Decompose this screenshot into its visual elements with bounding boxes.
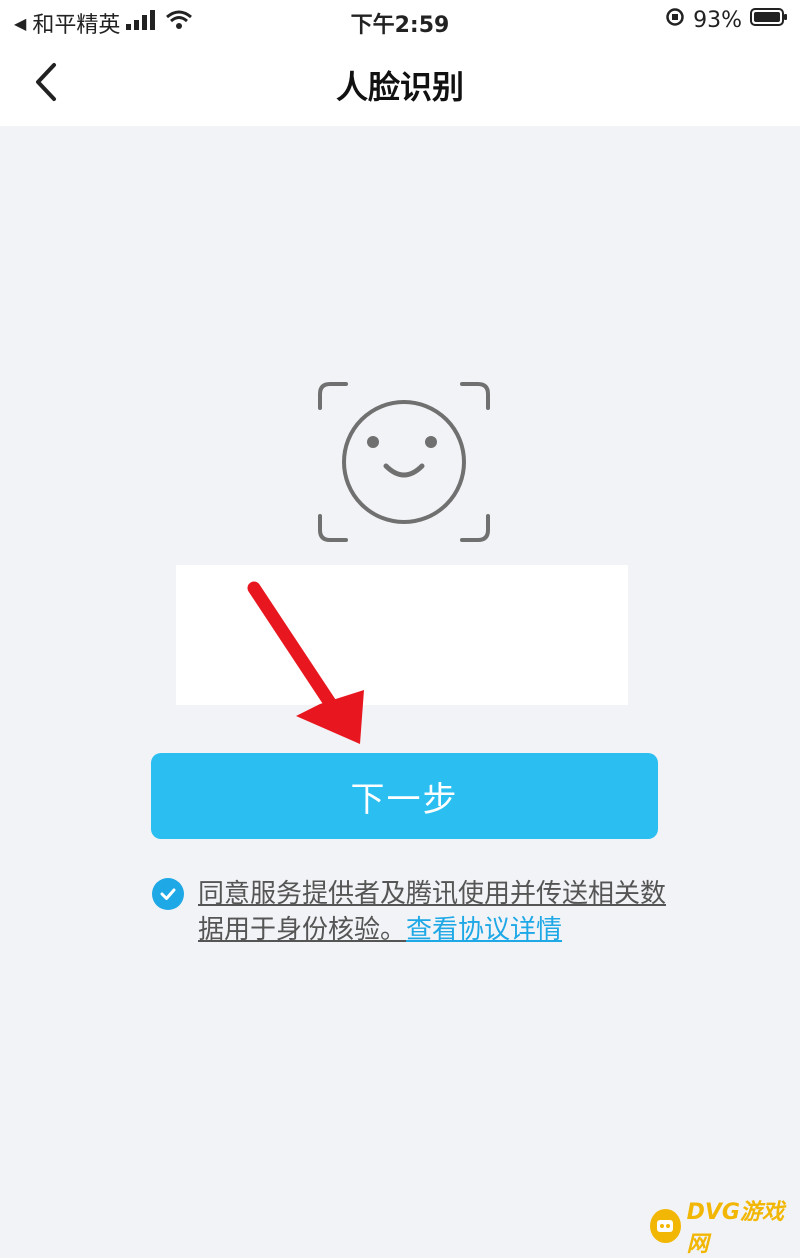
watermark-text: DVG游戏网 [686, 1200, 784, 1257]
status-bar-right: 93% [665, 7, 788, 33]
orientation-lock-icon [665, 7, 685, 33]
face-scan-icon [314, 378, 494, 548]
nav-bar: 人脸识别 [0, 40, 800, 126]
watermark-logo-icon [650, 1209, 681, 1243]
agreement-link[interactable]: 查看协议详情 [406, 915, 562, 945]
next-step-button[interactable]: 下一步 [151, 753, 658, 839]
battery-percent: 93% [693, 7, 742, 33]
page-title: 人脸识别 [335, 68, 464, 106]
watermark: DVG游戏网 [650, 1200, 794, 1257]
agreement-checkbox[interactable] [152, 878, 184, 910]
red-arrow-icon [240, 580, 380, 750]
agreement-text-block: 同意服务提供者及腾讯使用并传送相关数据用于身份核验。查看协议详情 [198, 876, 668, 948]
checkmark-icon [160, 888, 176, 900]
status-bar: ◀ 和平精英 下午2:59 93% [0, 0, 800, 40]
battery-icon [750, 7, 788, 33]
